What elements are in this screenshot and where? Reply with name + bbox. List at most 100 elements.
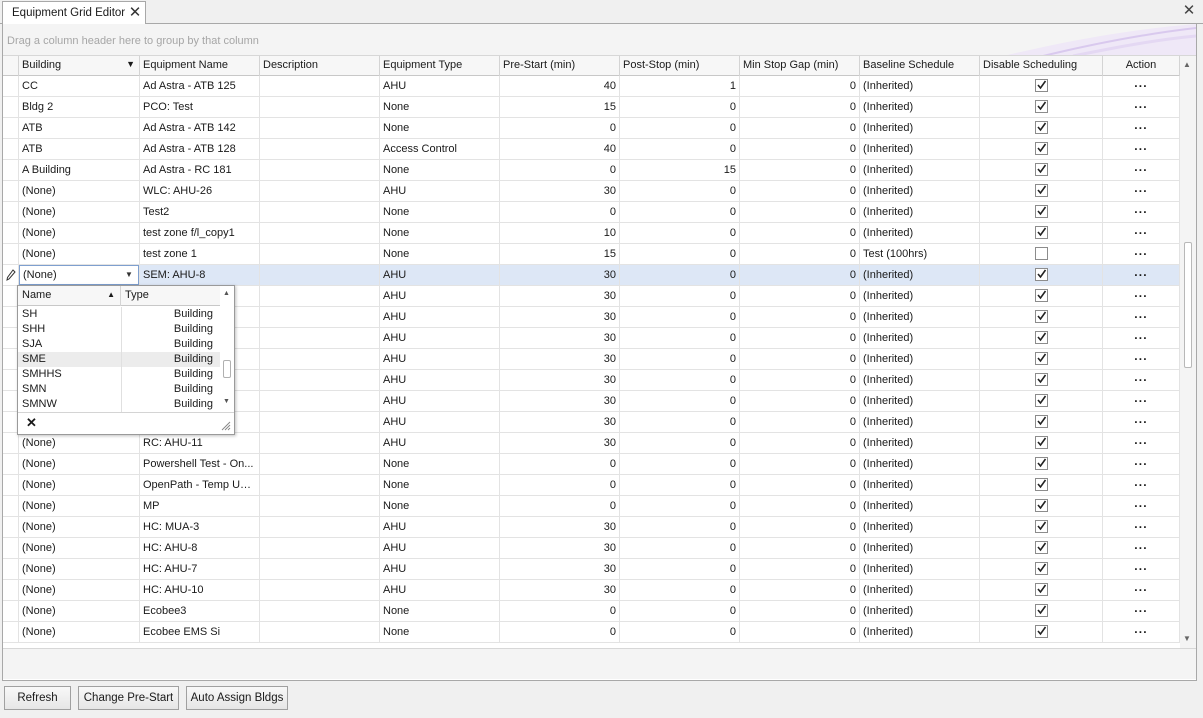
cell-building[interactable]: (None) bbox=[19, 517, 140, 537]
cell-building[interactable]: A Building bbox=[19, 160, 140, 180]
table-row[interactable]: (None) HC: AHU-7 AHU 30 0 0 (Inherited) ··· bbox=[3, 559, 1180, 580]
cell-equipment-name[interactable]: Ecobee EMS Si bbox=[140, 622, 260, 642]
cell-disable-scheduling[interactable] bbox=[980, 328, 1103, 348]
table-row[interactable]: (None) HC: MUA-3 AHU 30 0 0 (Inherited) ··· bbox=[3, 517, 1180, 538]
table-row[interactable]: (None) OpenPath - Temp Unl... None 0 0 0 (Inhe… bbox=[3, 475, 1180, 496]
cell-equipment-type[interactable]: AHU bbox=[380, 370, 500, 390]
cell-action[interactable]: ··· bbox=[1103, 622, 1180, 642]
cell-pre-start[interactable]: 30 bbox=[500, 370, 620, 390]
cell-disable-scheduling[interactable] bbox=[980, 412, 1103, 432]
cell-equipment-type[interactable]: None bbox=[380, 496, 500, 516]
cell-action[interactable]: ··· bbox=[1103, 223, 1180, 243]
checkbox-checked-icon[interactable] bbox=[1034, 435, 1048, 449]
cell-post-stop[interactable]: 0 bbox=[620, 97, 740, 117]
cell-post-stop[interactable]: 0 bbox=[620, 181, 740, 201]
checkbox-checked-icon[interactable] bbox=[1034, 78, 1048, 92]
cell-baseline-schedule[interactable]: (Inherited) bbox=[860, 223, 980, 243]
cell-min-stop-gap[interactable]: 0 bbox=[740, 475, 860, 495]
cell-disable-scheduling[interactable] bbox=[980, 307, 1103, 327]
action-menu-icon[interactable]: ··· bbox=[1134, 247, 1148, 261]
checkbox-checked-icon[interactable] bbox=[1034, 225, 1048, 239]
cell-equipment-type[interactable]: None bbox=[380, 454, 500, 474]
row-indicator[interactable] bbox=[3, 559, 19, 579]
table-row[interactable]: (None) HC: AHU-8 AHU 30 0 0 (Inherited) ··· bbox=[3, 538, 1180, 559]
row-indicator[interactable] bbox=[3, 181, 19, 201]
cell-action[interactable]: ··· bbox=[1103, 412, 1180, 432]
table-row[interactable]: (None) test zone 1 None 15 0 0 Test (100hrs) ··… bbox=[3, 244, 1180, 265]
action-menu-icon[interactable]: ··· bbox=[1134, 541, 1148, 555]
cell-pre-start[interactable]: 30 bbox=[500, 391, 620, 411]
cell-disable-scheduling[interactable] bbox=[980, 223, 1103, 243]
action-menu-icon[interactable]: ··· bbox=[1134, 394, 1148, 408]
cell-post-stop[interactable]: 0 bbox=[620, 328, 740, 348]
cell-equipment-type[interactable]: None bbox=[380, 118, 500, 138]
lookup-item[interactable]: SJA Building bbox=[18, 337, 220, 352]
cell-min-stop-gap[interactable]: 0 bbox=[740, 517, 860, 537]
action-menu-icon[interactable]: ··· bbox=[1134, 625, 1148, 639]
column-header-min-stop-gap[interactable]: Min Stop Gap (min) bbox=[740, 56, 860, 76]
column-header-disable-scheduling[interactable]: Disable Scheduling bbox=[980, 56, 1103, 76]
checkbox-checked-icon[interactable] bbox=[1034, 351, 1048, 365]
cell-building[interactable]: (None) bbox=[19, 559, 140, 579]
cell-pre-start[interactable]: 0 bbox=[500, 118, 620, 138]
cell-disable-scheduling[interactable] bbox=[980, 202, 1103, 222]
row-indicator[interactable] bbox=[3, 76, 19, 96]
resize-grip-icon[interactable] bbox=[221, 421, 231, 431]
cell-action[interactable]: ··· bbox=[1103, 97, 1180, 117]
cell-baseline-schedule[interactable]: (Inherited) bbox=[860, 307, 980, 327]
column-header-post-stop[interactable]: Post-Stop (min) bbox=[620, 56, 740, 76]
cell-disable-scheduling[interactable] bbox=[980, 370, 1103, 390]
cell-description[interactable] bbox=[260, 223, 380, 243]
cell-equipment-name[interactable]: Ad Astra - ATB 128 bbox=[140, 139, 260, 159]
cell-disable-scheduling[interactable] bbox=[980, 622, 1103, 642]
cell-post-stop[interactable]: 0 bbox=[620, 622, 740, 642]
cell-post-stop[interactable]: 0 bbox=[620, 391, 740, 411]
cell-action[interactable]: ··· bbox=[1103, 307, 1180, 327]
cell-pre-start[interactable]: 30 bbox=[500, 517, 620, 537]
cell-min-stop-gap[interactable]: 0 bbox=[740, 601, 860, 621]
cell-disable-scheduling[interactable] bbox=[980, 181, 1103, 201]
cell-equipment-type[interactable]: AHU bbox=[380, 307, 500, 327]
cell-equipment-type[interactable]: AHU bbox=[380, 433, 500, 453]
cell-description[interactable] bbox=[260, 202, 380, 222]
cell-equipment-type[interactable]: AHU bbox=[380, 580, 500, 600]
lookup-item[interactable]: SMN Building bbox=[18, 382, 220, 397]
cell-post-stop[interactable]: 0 bbox=[620, 223, 740, 243]
column-header-description[interactable]: Description bbox=[260, 56, 380, 76]
cell-pre-start[interactable]: 10 bbox=[500, 223, 620, 243]
cell-baseline-schedule[interactable]: (Inherited) bbox=[860, 349, 980, 369]
table-row[interactable]: (None) Test2 None 0 0 0 (Inherited) ··· bbox=[3, 202, 1180, 223]
table-row[interactable]: (None) Ecobee EMS Si None 0 0 0 (Inherited) ··· bbox=[3, 622, 1180, 643]
cell-min-stop-gap[interactable]: 0 bbox=[740, 349, 860, 369]
cell-baseline-schedule[interactable]: (Inherited) bbox=[860, 265, 980, 285]
cell-description[interactable] bbox=[260, 181, 380, 201]
lookup-scrollbar[interactable]: ▲ ▼ bbox=[220, 286, 234, 412]
cell-pre-start[interactable]: 40 bbox=[500, 139, 620, 159]
row-indicator[interactable] bbox=[3, 118, 19, 138]
cell-baseline-schedule[interactable]: (Inherited) bbox=[860, 622, 980, 642]
lookup-column-name[interactable]: Name ▲ bbox=[18, 286, 121, 306]
action-menu-icon[interactable]: ··· bbox=[1134, 457, 1148, 471]
row-indicator[interactable] bbox=[3, 139, 19, 159]
row-indicator[interactable] bbox=[3, 622, 19, 642]
cell-post-stop[interactable]: 0 bbox=[620, 265, 740, 285]
cell-building[interactable]: (None) bbox=[19, 601, 140, 621]
cell-equipment-name[interactable]: RC: AHU-11 bbox=[140, 433, 260, 453]
cell-description[interactable] bbox=[260, 76, 380, 96]
cell-disable-scheduling[interactable] bbox=[980, 76, 1103, 96]
cell-min-stop-gap[interactable]: 0 bbox=[740, 559, 860, 579]
cell-pre-start[interactable]: 30 bbox=[500, 559, 620, 579]
cell-baseline-schedule[interactable]: (Inherited) bbox=[860, 601, 980, 621]
cell-disable-scheduling[interactable] bbox=[980, 601, 1103, 621]
cell-baseline-schedule[interactable]: (Inherited) bbox=[860, 76, 980, 96]
checkbox-checked-icon[interactable] bbox=[1034, 393, 1048, 407]
cell-pre-start[interactable]: 15 bbox=[500, 97, 620, 117]
cell-baseline-schedule[interactable]: (Inherited) bbox=[860, 118, 980, 138]
action-menu-icon[interactable]: ··· bbox=[1134, 520, 1148, 534]
cell-equipment-type[interactable]: AHU bbox=[380, 181, 500, 201]
cell-disable-scheduling[interactable] bbox=[980, 160, 1103, 180]
cell-baseline-schedule[interactable]: (Inherited) bbox=[860, 391, 980, 411]
cell-baseline-schedule[interactable]: (Inherited) bbox=[860, 580, 980, 600]
lookup-scroll-up-icon[interactable]: ▲ bbox=[223, 290, 230, 297]
tab-close-icon[interactable]: ✕ bbox=[127, 4, 143, 22]
